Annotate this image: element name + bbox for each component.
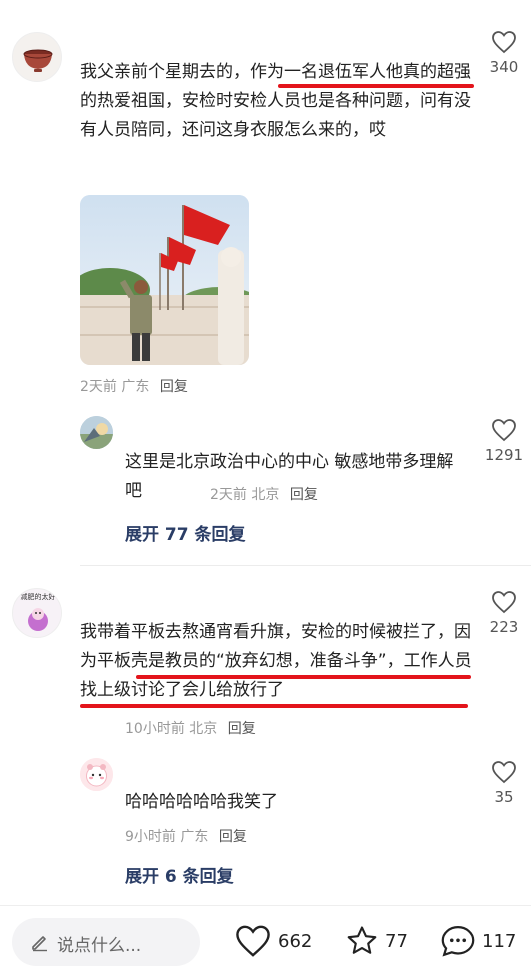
heart-icon (492, 761, 516, 784)
star-icon (347, 926, 377, 954)
comment-time: 2天前 (80, 379, 117, 395)
like-button[interactable]: 340 (478, 30, 530, 76)
like-count: 223 (489, 618, 519, 636)
reply-text[interactable]: 哈哈哈哈哈哈我笑了 (125, 788, 465, 817)
comment-photo[interactable] (80, 195, 249, 365)
reply-button[interactable]: 回复 (290, 487, 318, 503)
replier-avatar[interactable] (80, 758, 113, 791)
reply-button[interactable]: 回复 (219, 829, 247, 845)
pink-cartoon-avatar-icon (80, 758, 113, 791)
replier-avatar[interactable] (80, 416, 113, 449)
reply-button[interactable]: 回复 (160, 379, 188, 395)
commenter-avatar[interactable] (12, 32, 62, 82)
avatar-caption: 减肥的太好 (20, 593, 56, 601)
heart-icon (236, 925, 270, 957)
heart-icon (492, 419, 516, 442)
comment-text[interactable]: 我带着平板去熬通宵看升旗，安检的时候被拦了，因为平板壳是教员的“放弃幻想，准备斗… (80, 618, 475, 705)
like-count: 1291 (484, 446, 524, 464)
reply-time: 2天前 (210, 487, 247, 503)
bowl-avatar-icon (23, 49, 53, 72)
comment-button[interactable]: 117 (440, 924, 516, 958)
reply-time: 9小时前 (125, 829, 176, 845)
expand-replies-link[interactable]: 展开 6 条回复 (125, 862, 234, 887)
highlight-underline (80, 704, 468, 708)
expand-replies-link[interactable]: 展开 77 条回复 (125, 520, 246, 545)
reply-meta: 9小时前 广东 回复 (125, 826, 247, 846)
highlight-underline (136, 675, 471, 679)
comment-bubble-icon (441, 926, 475, 957)
like-total: 662 (278, 930, 313, 952)
bottom-action-bar: 说点什么... 662 77 117 (0, 905, 531, 973)
reply-button[interactable]: 回复 (228, 721, 256, 737)
comment-divider (80, 565, 531, 566)
comment-location: 北京 (189, 721, 218, 737)
commenter-avatar[interactable]: 减肥的太好 (12, 588, 62, 638)
comment-input[interactable]: 说点什么... (12, 918, 200, 966)
like-button[interactable]: 1291 (478, 418, 530, 464)
like-post-button[interactable]: 662 (234, 924, 312, 958)
comment-total: 117 (482, 930, 517, 952)
like-count: 340 (489, 58, 519, 76)
like-button[interactable]: 35 (478, 760, 530, 806)
comment-location: 广东 (121, 379, 150, 395)
heart-icon (492, 31, 516, 54)
like-button[interactable]: 223 (478, 590, 530, 636)
highlight-underline (278, 84, 474, 88)
like-count: 35 (494, 788, 514, 806)
comment-time: 10小时前 (125, 721, 185, 737)
photo-image (80, 195, 249, 365)
favorite-button[interactable]: 77 (345, 924, 408, 958)
heart-icon (492, 591, 516, 614)
comment-text[interactable]: 我父亲前个星期去的，作为一名退伍军人他真的超强的热爱祖国，安检时安检人员也是各种… (80, 58, 475, 145)
comment-input-placeholder: 说点什么... (57, 936, 142, 956)
pencil-icon (32, 936, 47, 952)
reply-meta: 2天前 北京 回复 (210, 484, 318, 504)
comment-meta: 10小时前 北京 回复 (125, 718, 256, 738)
favorite-total: 77 (385, 930, 408, 952)
reply-location: 北京 (251, 487, 280, 503)
landscape-avatar-icon (80, 416, 113, 449)
comment-meta: 2天前 广东 回复 (80, 376, 188, 396)
reply-location: 广东 (180, 829, 209, 845)
